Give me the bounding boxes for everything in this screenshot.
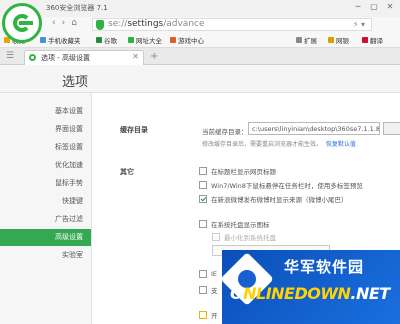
bookmark-mobile[interactable]: 手机收藏夹 xyxy=(40,35,81,45)
browser-logo-icon[interactable] xyxy=(2,3,42,43)
sidebar-item-lab[interactable]: 实验室 xyxy=(5,247,85,264)
option-enable[interactable]: 开 xyxy=(199,310,218,320)
shield-icon xyxy=(96,20,104,30)
cache-browse-button[interactable] xyxy=(383,122,400,135)
checkbox[interactable] xyxy=(212,233,220,241)
nav-buttons: ‹ › ⌂ xyxy=(52,18,77,28)
tab-bar: ☰ 选项 - 高级设置 ✕ + xyxy=(0,48,400,65)
option-taskbar-preview[interactable]: Win7/Win8下鼠标悬停在任务栏时，使用多标签预览 xyxy=(199,180,363,190)
option-tray-icon[interactable]: 在系统托盘显示图标 xyxy=(199,219,270,229)
close-window-button[interactable]: ✕ xyxy=(384,2,396,11)
web-icon xyxy=(128,37,134,43)
google-icon xyxy=(96,37,102,43)
title-bar: 360安全浏览器 7.1 ─ ▢ ✕ xyxy=(0,0,400,43)
minimize-button[interactable]: ─ xyxy=(352,2,364,11)
window-title: 360安全浏览器 7.1 xyxy=(46,4,108,12)
watermark-en-text: ONLINEDOWN.NET xyxy=(230,284,390,303)
sidebar-item-speedup[interactable]: 优化加速 xyxy=(5,157,85,174)
sidebar-item-basic[interactable]: 基本设置 xyxy=(5,103,85,120)
sidebar-item-shortcuts[interactable]: 快捷键 xyxy=(5,193,85,210)
page-title: 选项 xyxy=(62,75,89,90)
checkbox[interactable] xyxy=(199,270,207,278)
tab-label: 选项 - 高级设置 xyxy=(41,54,90,62)
translate-button[interactable]: 翻译 xyxy=(362,35,383,45)
maximize-button[interactable]: ▢ xyxy=(368,2,380,11)
checkbox[interactable] xyxy=(199,167,207,175)
sidebar-item-advanced[interactable]: 高级设置 xyxy=(0,229,91,246)
checkbox-highlighted[interactable] xyxy=(199,311,207,319)
puzzle-icon xyxy=(296,37,302,43)
cache-dir-field[interactable]: c:\users\linyinian\desktop\360se7.1.1.80… xyxy=(248,122,380,135)
folder-icon xyxy=(40,37,46,43)
forward-icon[interactable]: › xyxy=(62,18,66,28)
cache-note: 修改缓存目录后，需要重启浏览器才能生效。 恢复默认值 xyxy=(202,141,356,148)
checkbox[interactable] xyxy=(199,181,207,189)
close-tab-icon[interactable]: ✕ xyxy=(132,52,139,61)
extensions-button[interactable]: 扩展 xyxy=(296,35,317,45)
tab-menu-icon[interactable]: ☰ xyxy=(6,51,14,61)
page-header: 选项 xyxy=(0,65,400,93)
option-ie[interactable]: IE xyxy=(199,270,217,278)
checkbox[interactable] xyxy=(199,220,207,228)
option-support[interactable]: 支 xyxy=(199,285,218,295)
cache-section-title: 缓存目录 xyxy=(120,126,148,134)
option-show-title[interactable]: 在标题栏显示网页标题 xyxy=(199,166,276,176)
bank-icon xyxy=(328,37,334,43)
bookmark-games[interactable]: 游戏中心 xyxy=(170,35,204,45)
translate-icon xyxy=(362,37,368,43)
netbank-button[interactable]: 网银 xyxy=(328,35,349,45)
option-minimize-tray[interactable]: 最小化到系统托盘 xyxy=(212,232,276,242)
watermark-logo: 华军软件园 ONLINEDOWN.NET xyxy=(220,250,400,324)
url-text[interactable]: se://settings/advance xyxy=(108,19,205,29)
cache-dir-label: 当前缓存目录： xyxy=(202,128,248,136)
bookmark-hao360[interactable]: 网址大全 xyxy=(128,35,162,45)
bookmark-google[interactable]: 谷歌 xyxy=(96,35,117,45)
new-tab-button[interactable]: + xyxy=(150,51,158,62)
game-icon xyxy=(170,37,176,43)
watermark-cn-text: 华军软件园 xyxy=(284,258,365,276)
back-icon[interactable]: ‹ xyxy=(52,18,56,28)
sidebar-item-tabs[interactable]: 标签设置 xyxy=(5,139,85,156)
tab-options-advanced[interactable]: 选项 - 高级设置 ✕ xyxy=(24,50,144,65)
checkbox-checked[interactable] xyxy=(199,195,207,203)
window-controls: ─ ▢ ✕ xyxy=(352,2,396,11)
restore-default-link[interactable]: 恢复默认值 xyxy=(326,141,356,148)
checkbox[interactable] xyxy=(199,286,207,294)
url-actions[interactable]: ⚡ ▾ xyxy=(353,20,365,29)
address-bar: ‹ › ⌂ se://settings/advance ⚡ ▾ xyxy=(0,17,400,32)
option-weibo-source[interactable]: 在新浪微博发布微博时显示来源（微博小尾巴） xyxy=(199,194,348,204)
sidebar-item-interface[interactable]: 界面设置 xyxy=(5,121,85,138)
sidebar-item-gestures[interactable]: 鼠标手势 xyxy=(5,175,85,192)
logo-bar xyxy=(19,21,33,25)
url-input[interactable]: se://settings/advance ⚡ ▾ xyxy=(92,18,372,31)
other-section-title: 其它 xyxy=(120,168,134,176)
settings-tab-icon xyxy=(29,54,36,61)
sidebar-item-adblock[interactable]: 广告过滤 xyxy=(5,211,85,228)
home-icon[interactable]: ⌂ xyxy=(71,18,77,28)
settings-sidebar: 基本设置 界面设置 标签设置 优化加速 鼠标手势 快捷键 广告过滤 高级设置 实… xyxy=(0,93,92,324)
bookmarks-bar: 收藏 手机收藏夹 谷歌 网址大全 游戏中心 扩展 网银 翻译 xyxy=(0,32,400,48)
